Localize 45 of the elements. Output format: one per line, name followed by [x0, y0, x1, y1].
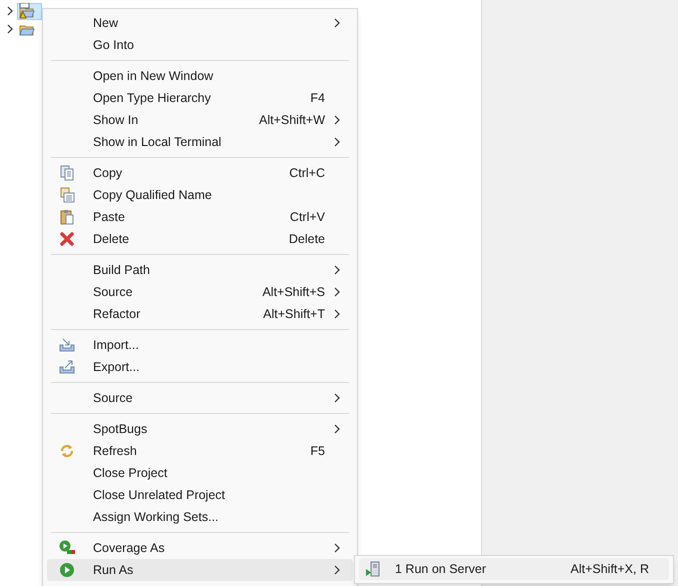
shortcut-label: Alt+Shift+X, R	[570, 560, 649, 578]
menu-item[interactable]: Source	[47, 387, 353, 409]
menu-item[interactable]: Refactor Alt+Shift+T	[47, 303, 353, 325]
delete-icon	[59, 231, 75, 247]
menu-item[interactable]: Import...	[47, 334, 353, 356]
clipboard-icon	[59, 209, 75, 225]
refresh-icon	[59, 443, 75, 459]
menu-item[interactable]: Run As	[47, 559, 353, 581]
menu-item[interactable]: Paste Ctrl+V	[47, 206, 353, 228]
shortcut-label: Alt+Shift+T	[263, 306, 325, 323]
menu-item[interactable]: Export...	[47, 356, 353, 378]
menu-item[interactable]: Copy Qualified Name	[47, 184, 353, 206]
menu-item[interactable]: Go Into	[47, 34, 353, 56]
tree-item[interactable]	[17, 2, 42, 20]
menu-item[interactable]: SpotBugs	[47, 418, 353, 440]
menu-item[interactable]: Open in New Window	[47, 65, 353, 87]
menu-item[interactable]: Close Unrelated Project	[47, 484, 353, 506]
shortcut-label: Ctrl+V	[290, 208, 325, 226]
menu-item[interactable]: Show in Local Terminal	[47, 131, 353, 153]
server-icon	[365, 561, 381, 577]
menu-item[interactable]: Open Type Hierarchy F4	[47, 87, 353, 109]
menu-item[interactable]: Delete Delete	[47, 228, 353, 250]
menu-item[interactable]: Show In Alt+Shift+W	[47, 109, 353, 131]
import-icon	[59, 337, 75, 353]
shortcut-label: Alt+Shift+W	[259, 112, 325, 129]
menu-item[interactable]: Coverage As	[47, 537, 353, 559]
shortcut-label: Delete	[288, 230, 325, 248]
run-icon	[59, 562, 75, 578]
menu-item[interactable]: Copy Ctrl+C	[47, 162, 353, 184]
menu-item[interactable]: Assign Working Sets...	[47, 506, 353, 528]
shortcut-label: Alt+Shift+S	[262, 284, 325, 301]
shortcut-label: F4	[310, 90, 325, 107]
project-folder-icon	[19, 3, 35, 19]
menu-item[interactable]: Refresh F5	[47, 440, 353, 462]
menu-item[interactable]: 1 Run on Server Alt+Shift+X, R	[359, 558, 669, 580]
menu-item[interactable]: New	[47, 12, 353, 34]
menu-item[interactable]: Source Alt+Shift+S	[47, 281, 353, 303]
menu-item[interactable]: Build Path	[47, 259, 353, 281]
shortcut-label: F5	[310, 442, 325, 460]
shortcut-label: Ctrl+C	[289, 164, 325, 182]
copy-icon	[59, 165, 75, 181]
menu-item[interactable]: Close Project	[47, 462, 353, 484]
coverage-icon	[59, 540, 75, 556]
export-icon	[59, 359, 75, 375]
copy-icon	[59, 187, 75, 203]
